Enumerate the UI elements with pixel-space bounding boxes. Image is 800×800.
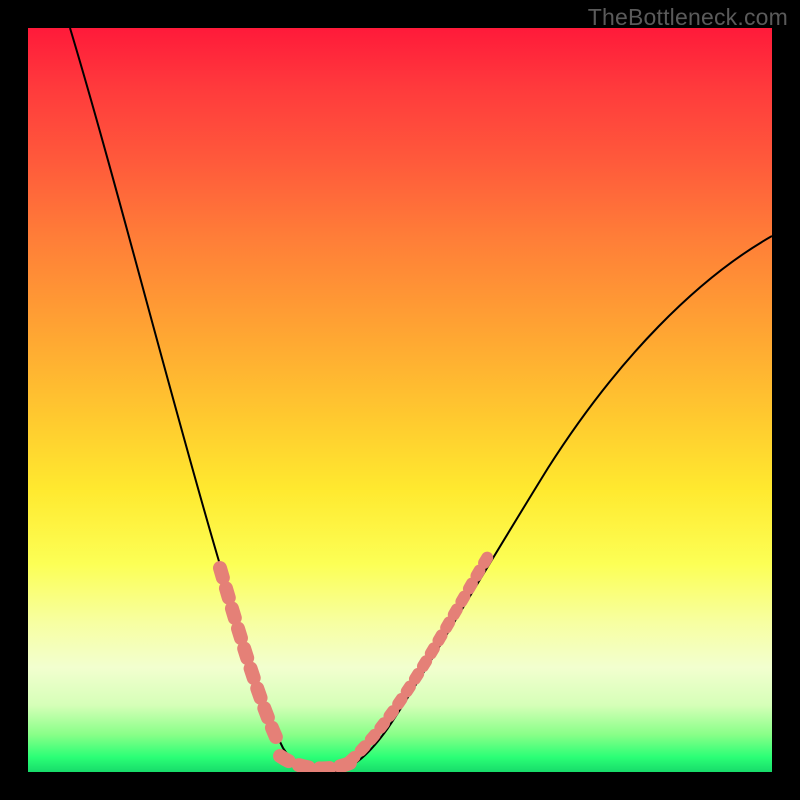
bead-segment-bottom: [280, 756, 350, 768]
plot-area: [28, 28, 772, 772]
bead-segment-right: [350, 553, 490, 761]
watermark-text: TheBottleneck.com: [588, 4, 788, 31]
curve-overlay: [28, 28, 772, 772]
chart-frame: TheBottleneck.com: [0, 0, 800, 800]
bead-segment-left: [220, 568, 280, 746]
